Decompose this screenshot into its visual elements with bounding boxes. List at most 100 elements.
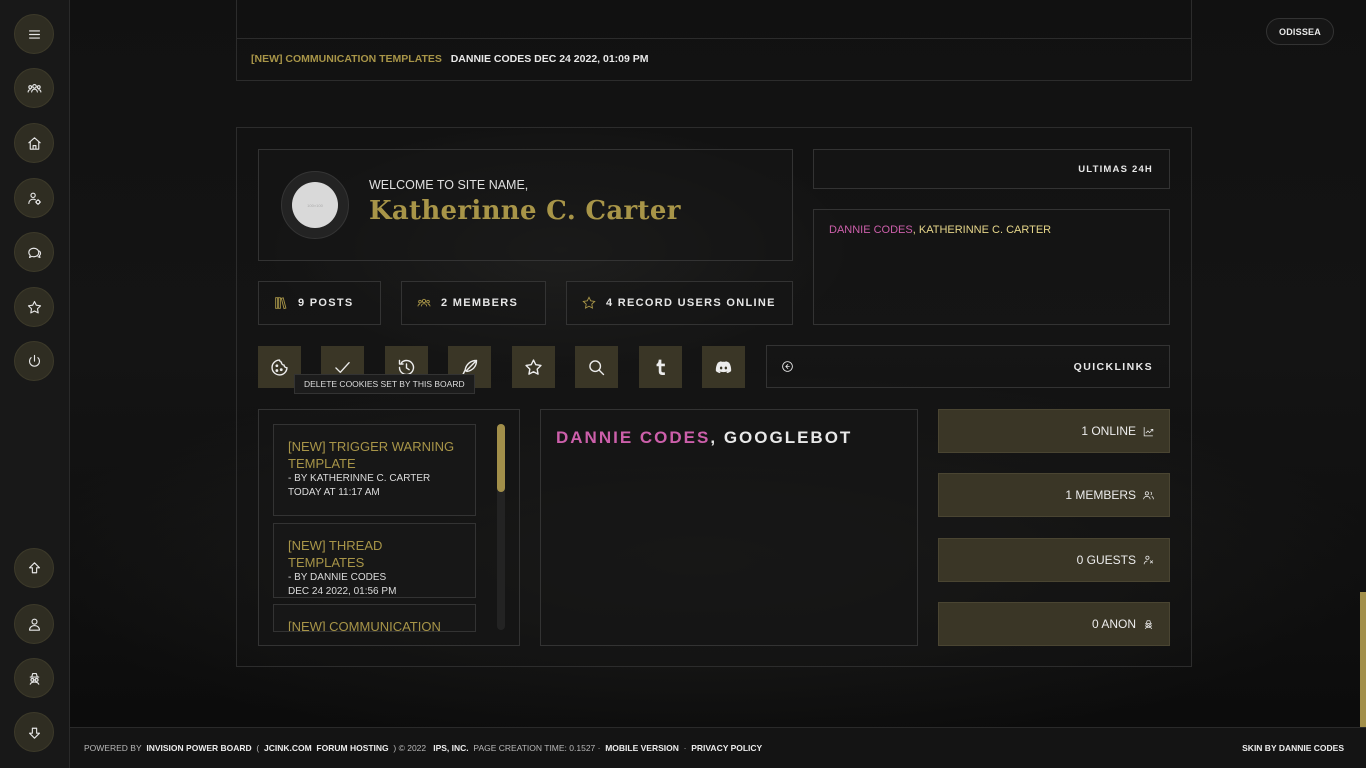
- scroll-bottom-button[interactable]: [14, 712, 54, 752]
- divider: [237, 38, 1191, 39]
- welcome-username[interactable]: Katherinne C. Carter: [369, 196, 681, 226]
- guest-icon: [1143, 555, 1154, 564]
- tumblr-button[interactable]: [639, 346, 682, 388]
- arrow-left-circle-icon: [782, 361, 793, 372]
- online-count-button[interactable]: 1 ONLINE: [938, 409, 1170, 453]
- user-settings-button[interactable]: [14, 178, 54, 218]
- online-anon-button[interactable]: 0 ANON: [938, 602, 1170, 646]
- recent-topic-title[interactable]: [NEW] TRIGGER WARNING TEMPLATE: [288, 438, 461, 472]
- discord-icon: [715, 360, 732, 373]
- online-users-panel: DANNIE CODES, GOOGLEBOT: [540, 409, 918, 646]
- footer-privacy-link[interactable]: PRIVACY POLICY: [691, 743, 762, 753]
- user-settings-icon: [27, 192, 41, 205]
- online-members-button[interactable]: 1 MEMBERS: [938, 473, 1170, 517]
- members-icon: [27, 83, 41, 93]
- spy-icon: [1144, 619, 1153, 629]
- search-icon: [589, 359, 605, 375]
- users-icon: [1143, 490, 1154, 499]
- profile-button[interactable]: [14, 604, 54, 644]
- online-guests-count: 0 GUESTS: [1076, 553, 1136, 567]
- avatar-image: 100×100: [292, 182, 338, 228]
- posts-count: 9 POSTS: [298, 297, 354, 309]
- recent-topic-title[interactable]: [NEW] THREAD TEMPLATES: [288, 537, 461, 571]
- home-button[interactable]: [14, 123, 54, 163]
- recent-topic-author: - BY DANNIE CODES: [288, 572, 387, 583]
- record-stat: 4 RECORD USERS ONLINE: [566, 281, 793, 325]
- last-24h-user[interactable]: DANNIE CODES: [829, 224, 913, 236]
- footer-paren: (: [256, 743, 260, 753]
- online-anon-count: 0 ANON: [1091, 617, 1136, 631]
- footer-powered-by: POWERED BY: [84, 743, 142, 753]
- online-user[interactable]: DANNIE CODES: [556, 428, 710, 447]
- recent-topic-author: - BY KATHERINNE C. CARTER: [288, 473, 431, 484]
- online-guests-button[interactable]: 0 GUESTS: [938, 538, 1170, 582]
- menu-icon: [28, 29, 40, 39]
- footer-page-time: PAGE CREATION TIME: 0.1527 ·: [473, 743, 601, 753]
- footer-credits: POWERED BY INVISION POWER BOARD ( JCINK.…: [84, 743, 762, 753]
- chart-trend-icon: [1143, 426, 1154, 436]
- members-count: 2 MEMBERS: [441, 297, 519, 309]
- avatar[interactable]: 100×100: [281, 171, 349, 239]
- latest-topic-meta: DANNIE CODES DEC 24 2022, 01:09 PM: [450, 53, 649, 65]
- sidebar: [0, 0, 70, 768]
- online-count: 1 ONLINE: [1081, 424, 1136, 438]
- footer-ipb-link[interactable]: INVISION POWER BOARD: [146, 743, 251, 753]
- welcome-greeting: WELCOME TO SITE NAME,: [369, 178, 529, 192]
- recent-topic-item[interactable]: [NEW] THREAD TEMPLATES - BY DANNIE CODES…: [273, 523, 476, 598]
- recent-topic-item[interactable]: [NEW] COMMUNICATION: [273, 604, 476, 632]
- arrow-down-icon: [28, 727, 40, 739]
- recent-topic-date: TODAY AT 11:17 AM: [288, 487, 380, 498]
- recent-topics-scrollbar-thumb[interactable]: [497, 424, 505, 492]
- scroll-top-button[interactable]: [14, 548, 54, 588]
- last-24h-header: ULTIMAS 24H: [813, 149, 1170, 189]
- power-icon: [28, 354, 40, 367]
- anonymous-button[interactable]: [14, 658, 54, 698]
- recent-topic-item[interactable]: [NEW] TRIGGER WARNING TEMPLATE - BY KATH…: [273, 424, 476, 516]
- quicklinks-button[interactable]: QUICKLINKS: [766, 345, 1170, 388]
- footer-skin-credit[interactable]: SKIN BY DANNIE CODES: [1242, 743, 1344, 753]
- star-icon: [525, 358, 542, 375]
- logout-button[interactable]: [14, 341, 54, 381]
- chat-icon: [27, 247, 41, 258]
- tumblr-icon: [656, 359, 665, 375]
- footer-mobile-link[interactable]: MOBILE VERSION: [605, 743, 679, 753]
- search-button[interactable]: [575, 346, 618, 388]
- menu-button[interactable]: [14, 14, 54, 54]
- discord-button[interactable]: [702, 346, 745, 388]
- footer-dot: ·: [683, 743, 687, 753]
- footer-copyright: ) © 2022: [393, 743, 427, 753]
- home-icon: [27, 136, 41, 150]
- footer-jcink-link[interactable]: JCINK.COM: [264, 743, 312, 753]
- footer-hosting-link[interactable]: FORUM HOSTING: [316, 743, 388, 753]
- favorites-toolbar-button[interactable]: [512, 346, 555, 388]
- online-members-count: 1 MEMBERS: [1065, 488, 1136, 502]
- site-pill-button[interactable]: ODISSEA: [1266, 18, 1334, 45]
- footer-ips-link[interactable]: IPS, INC.: [433, 743, 468, 753]
- members-button[interactable]: [14, 68, 54, 108]
- cookies-tooltip: DELETE COOKIES SET BY THIS BOARD: [294, 374, 475, 394]
- online-user[interactable]: GOOGLEBOT: [724, 428, 853, 447]
- recent-topic-date: DEC 24 2022, 01:56 PM: [288, 586, 397, 597]
- members-icon: [417, 298, 431, 307]
- latest-topic-link[interactable]: [NEW] COMMUNICATION TEMPLATES: [251, 53, 442, 65]
- recent-topic-title[interactable]: [NEW] COMMUNICATION: [288, 618, 461, 631]
- star-icon: [582, 296, 596, 309]
- footer: POWERED BY INVISION POWER BOARD ( JCINK.…: [70, 727, 1366, 768]
- arrow-up-icon: [28, 561, 40, 573]
- last-24h-user[interactable]: KATHERINNE C. CARTER: [919, 224, 1051, 236]
- members-stat: 2 MEMBERS: [401, 281, 546, 325]
- quicklinks-label: QUICKLINKS: [1073, 360, 1153, 373]
- latest-topic-bar: [NEW] COMMUNICATION TEMPLATES DANNIE COD…: [236, 0, 1192, 81]
- user-icon: [28, 618, 40, 631]
- welcome-panel: 100×100 WELCOME TO SITE NAME, Katherinne…: [258, 149, 793, 261]
- record-count: 4 RECORD USERS ONLINE: [606, 297, 776, 309]
- cookie-icon: [271, 358, 288, 376]
- books-icon: [275, 297, 287, 310]
- last-24h-list: DANNIE CODES, KATHERINNE C. CARTER: [813, 209, 1170, 325]
- chat-button[interactable]: [14, 232, 54, 272]
- favorites-button[interactable]: [14, 287, 54, 327]
- star-icon: [27, 300, 41, 313]
- online-separator: ,: [710, 428, 724, 447]
- posts-stat: 9 POSTS: [258, 281, 381, 325]
- spy-icon: [29, 672, 39, 685]
